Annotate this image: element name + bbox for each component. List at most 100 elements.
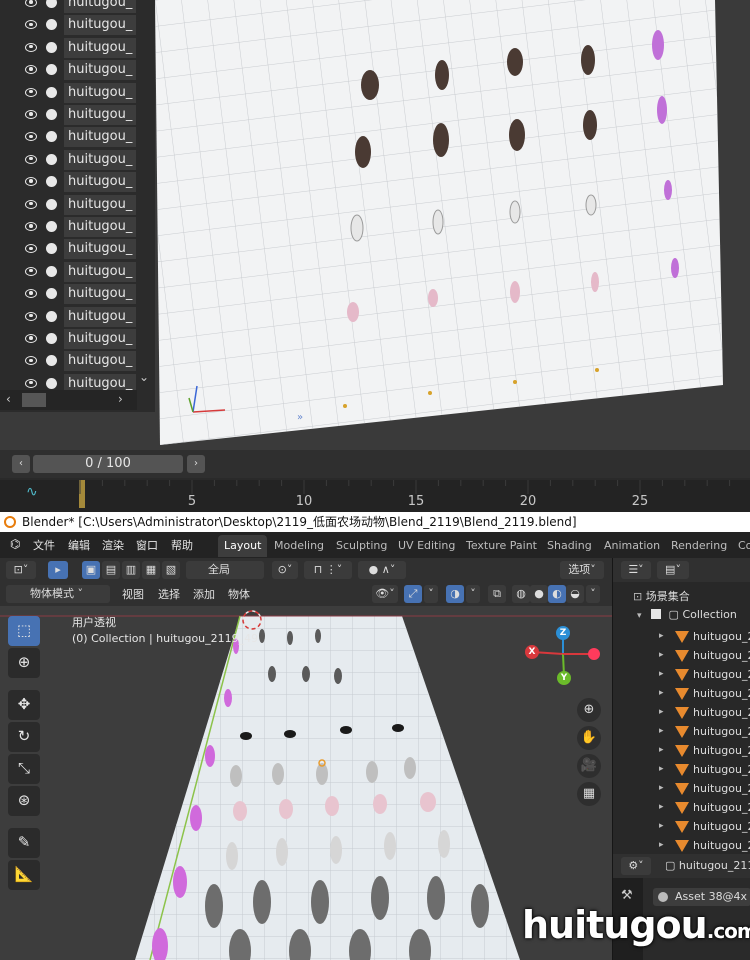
eye-icon[interactable] bbox=[25, 20, 37, 30]
zoom-icon[interactable]: ⊕ bbox=[577, 698, 601, 722]
tool-select-box[interactable]: ⬚ bbox=[8, 616, 40, 646]
expand-arrow-icon[interactable]: ▸ bbox=[659, 745, 664, 755]
menu-edit[interactable]: 编辑 bbox=[68, 537, 90, 553]
outliner-row[interactable]: huitugou_ bbox=[0, 171, 136, 193]
menu-help[interactable]: 帮助 bbox=[171, 537, 193, 553]
render-dot-icon[interactable] bbox=[46, 377, 57, 389]
timeline-ruler[interactable]: ∿ 5 10 15 20 25 bbox=[0, 480, 750, 512]
menu-object[interactable]: 物体 bbox=[228, 586, 250, 602]
select-mode-intersect[interactable]: ▧ bbox=[162, 561, 180, 579]
render-dot-icon[interactable] bbox=[46, 221, 57, 232]
outliner-row[interactable]: huitugou_ bbox=[0, 104, 136, 126]
expand-arrow-icon[interactable]: ▸ bbox=[659, 840, 664, 850]
outliner-row[interactable]: huitugou_ bbox=[0, 14, 136, 36]
outliner-row[interactable]: huitugou_ bbox=[0, 350, 136, 372]
expand-arrow-icon[interactable]: ▸ bbox=[659, 669, 664, 679]
render-dot-icon[interactable] bbox=[46, 86, 57, 98]
menu-select[interactable]: 选择 bbox=[158, 586, 180, 602]
tab-uv-editing[interactable]: UV Editing bbox=[392, 535, 461, 557]
scrollbar-thumb[interactable] bbox=[22, 393, 46, 407]
tool-annotate[interactable]: ✎ bbox=[8, 828, 40, 858]
gizmo-toggle-icon[interactable]: ⤢ bbox=[404, 585, 422, 603]
shading-dropdown[interactable]: ˅ bbox=[586, 585, 600, 603]
overlay-dropdown[interactable]: ˅ bbox=[466, 585, 480, 603]
outliner-row[interactable]: huitugou_ bbox=[0, 306, 136, 328]
visibility-eye-icon[interactable]: 👁˅ bbox=[372, 585, 398, 603]
tool-cursor[interactable]: ⊕ bbox=[8, 648, 40, 678]
overlay-toggle-icon[interactable]: ◑ bbox=[446, 585, 464, 603]
eye-icon[interactable] bbox=[25, 199, 37, 209]
perspective-grid-icon[interactable]: ▦ bbox=[577, 782, 601, 806]
top-viewport[interactable]: » bbox=[155, 0, 750, 450]
tool-measure[interactable]: 📐 bbox=[8, 860, 40, 890]
transform-orientation-select[interactable]: 全局 bbox=[186, 561, 264, 579]
outliner-row[interactable]: huitugou_ bbox=[0, 238, 136, 260]
select-mode-subtract[interactable]: ▥ bbox=[122, 561, 140, 579]
render-dot-icon[interactable] bbox=[46, 355, 57, 367]
snap-toggle[interactable]: ⊓ ⋮˅ bbox=[304, 561, 352, 579]
select-mode-new[interactable]: ▣ bbox=[82, 561, 100, 579]
eye-icon[interactable] bbox=[25, 222, 37, 231]
outliner-row[interactable]: huitugou_ bbox=[0, 82, 136, 104]
eye-icon[interactable] bbox=[25, 244, 37, 254]
expand-arrow-icon[interactable]: ▸ bbox=[659, 707, 664, 717]
proportional-edit-toggle[interactable]: ● ∧˅ bbox=[358, 561, 406, 579]
gizmo-dropdown[interactable]: ˅ bbox=[424, 585, 438, 603]
outliner-object-row[interactable]: ▸ huitugou_21 bbox=[613, 818, 750, 837]
expand-arrow-icon[interactable]: ▸ bbox=[659, 764, 664, 774]
camera-icon[interactable]: 🎥 bbox=[577, 754, 601, 778]
outliner-object-row[interactable]: ▸ huitugou_21 bbox=[613, 685, 750, 704]
outliner-row[interactable]: huitugou_ bbox=[0, 194, 136, 216]
chevron-down-icon[interactable]: ⌄ bbox=[139, 370, 149, 384]
expand-arrow-icon[interactable]: ▸ bbox=[659, 631, 664, 641]
outliner-object-row[interactable]: ▸ huitugou_21 bbox=[613, 761, 750, 780]
blender-menu-icon[interactable]: ⌬ bbox=[10, 537, 20, 551]
horizontal-scrollbar[interactable]: ‹ › bbox=[0, 390, 137, 410]
menu-window[interactable]: 窗口 bbox=[136, 537, 158, 553]
object-name-field[interactable]: ▢ huitugou_211 bbox=[665, 859, 750, 872]
display-mode-button[interactable]: ▤˅ bbox=[657, 561, 689, 579]
render-dot-icon[interactable] bbox=[46, 176, 57, 188]
scene-collection-row[interactable]: ⊡ 场景集合 bbox=[633, 588, 690, 604]
menu-add[interactable]: 添加 bbox=[193, 586, 215, 602]
render-dot-icon[interactable] bbox=[46, 19, 57, 31]
tab-compositing[interactable]: Co bbox=[732, 535, 750, 557]
tool-move[interactable]: ✥ bbox=[8, 690, 40, 720]
3d-viewport[interactable]: Z X Y 用户透视 (0) Collection | huitugou_211… bbox=[0, 606, 612, 960]
tab-layout[interactable]: Layout bbox=[218, 535, 268, 557]
outliner-object-row[interactable]: ▸ huitugou_21 bbox=[613, 742, 750, 761]
xray-toggle-icon[interactable]: ⧉ bbox=[488, 585, 506, 603]
frame-field[interactable]: 0 / 100 bbox=[33, 455, 183, 473]
tab-animation[interactable]: Animation bbox=[598, 535, 666, 557]
eye-icon[interactable] bbox=[25, 311, 37, 321]
frame-next-button[interactable]: › bbox=[187, 455, 205, 473]
eye-icon[interactable] bbox=[25, 132, 37, 142]
eye-icon[interactable] bbox=[25, 356, 37, 366]
outliner-object-row[interactable]: ▸ huitugou_21 bbox=[613, 666, 750, 685]
tab-modeling[interactable]: Modeling bbox=[268, 535, 330, 557]
menu-file[interactable]: 文件 bbox=[33, 537, 55, 553]
menu-view[interactable]: 视图 bbox=[122, 586, 144, 602]
select-mode-invert[interactable]: ▦ bbox=[142, 561, 160, 579]
outliner-row[interactable]: huitugou_ bbox=[0, 59, 136, 81]
eye-icon[interactable] bbox=[25, 87, 37, 97]
render-dot-icon[interactable] bbox=[46, 131, 57, 143]
expand-arrow-icon[interactable]: ▸ bbox=[659, 821, 664, 831]
expand-arrow-icon[interactable]: » bbox=[297, 412, 303, 423]
shading-rendered-icon[interactable]: ◒ bbox=[566, 585, 584, 603]
select-box-button[interactable]: ▸ bbox=[48, 561, 68, 579]
tab-sculpting[interactable]: Sculpting bbox=[330, 535, 393, 557]
outliner-row[interactable]: huitugou_ bbox=[0, 0, 136, 14]
frame-prev-button[interactable]: ‹ bbox=[12, 455, 30, 473]
shading-material-icon[interactable]: ◐ bbox=[548, 585, 566, 603]
outliner-row[interactable]: huitugou_ bbox=[0, 216, 136, 238]
outliner-object-row[interactable]: ▸ huitugou_21 bbox=[613, 723, 750, 742]
render-dot-icon[interactable] bbox=[46, 333, 57, 344]
tool-rotate[interactable]: ↻ bbox=[8, 722, 40, 752]
editor-type-button[interactable]: ⊡˅ bbox=[6, 561, 36, 579]
outliner-row[interactable]: huitugou_ bbox=[0, 261, 136, 283]
outliner-row[interactable]: huitugou_ bbox=[0, 328, 136, 350]
tab-shading[interactable]: Shading bbox=[541, 535, 598, 557]
expand-arrow-icon[interactable]: ▸ bbox=[659, 650, 664, 660]
eye-icon[interactable] bbox=[25, 42, 37, 52]
